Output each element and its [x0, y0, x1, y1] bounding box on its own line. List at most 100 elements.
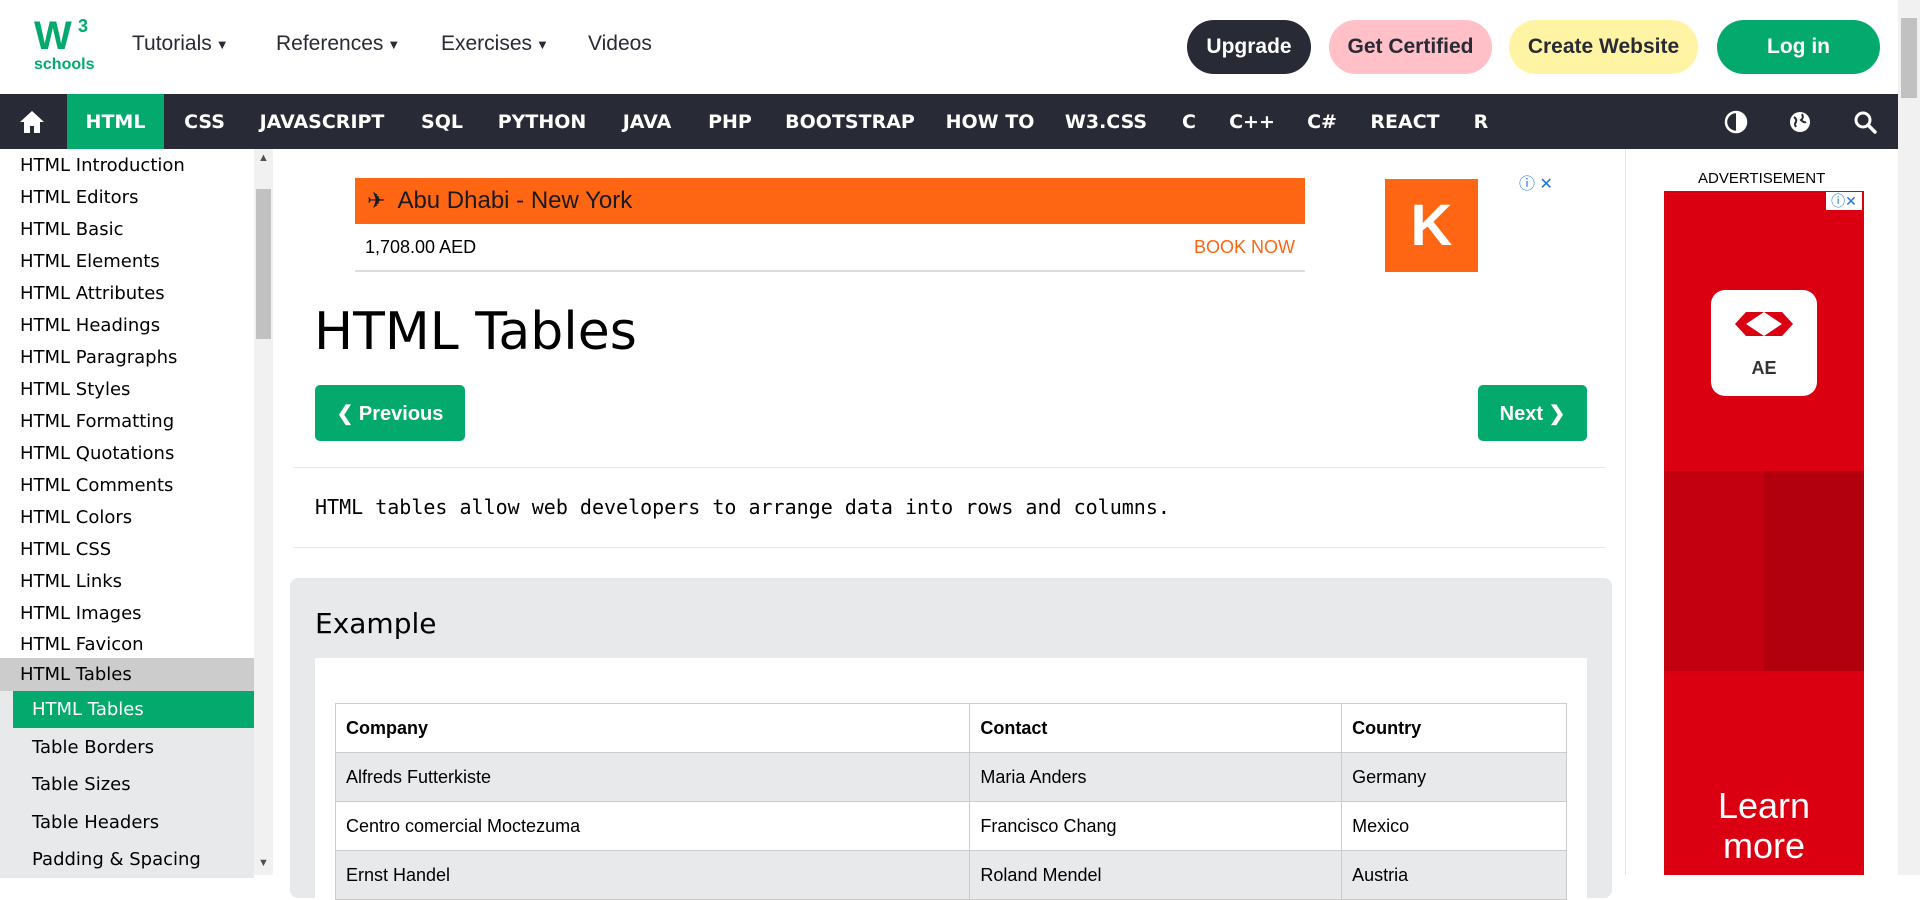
logo-mark: W: [34, 14, 72, 58]
scroll-up-icon[interactable]: ▲: [258, 152, 269, 164]
login-button[interactable]: Log in: [1717, 20, 1880, 74]
sidebar-item-favicon[interactable]: HTML Favicon: [0, 628, 254, 660]
sidebar-item-attributes[interactable]: HTML Attributes: [0, 277, 254, 309]
scroll-down-icon[interactable]: ▼: [258, 857, 269, 869]
example-title: Example: [315, 607, 437, 640]
advertisement-label: ADVERTISEMENT: [1698, 170, 1826, 187]
table-cell: Centro comercial Moctezuma: [334, 801, 971, 851]
sidebar-sub-table-sizes[interactable]: Table Sizes: [0, 766, 254, 803]
table-cell: Alfreds Futterkiste: [334, 752, 971, 802]
table-cell: Austria: [1341, 850, 1567, 900]
table-row: Alfreds Futterkiste Maria Anders Germany: [334, 752, 1567, 802]
subnav-w3css[interactable]: W3.CSS: [1060, 94, 1152, 149]
nav-references[interactable]: References ▼: [276, 32, 400, 56]
sidebar-item-introduction[interactable]: HTML Introduction: [0, 149, 254, 181]
subnav-cpp[interactable]: C++: [1224, 94, 1280, 149]
top-header: W 3 schools Tutorials ▼ References ▼ Exerc…: [0, 0, 1898, 94]
subnav-css[interactable]: CSS: [167, 94, 242, 149]
divider: [294, 467, 1606, 468]
sidebar-sub-table-borders[interactable]: Table Borders: [0, 728, 254, 766]
divider: [294, 547, 1606, 548]
sidebar-group-tables[interactable]: HTML Tables: [0, 658, 254, 691]
sidebar-item-comments[interactable]: HTML Comments: [0, 469, 254, 501]
subnav-r[interactable]: R: [1462, 94, 1500, 149]
sidebar-item-elements[interactable]: HTML Elements: [0, 245, 254, 277]
contrast-icon[interactable]: [1716, 94, 1756, 149]
subnav-java[interactable]: JAVA: [610, 94, 684, 149]
nav-exercises[interactable]: Exercises ▼: [441, 32, 549, 56]
sidebar-item-links[interactable]: HTML Links: [0, 565, 254, 597]
sidebar-item-editors[interactable]: HTML Editors: [0, 181, 254, 213]
get-certified-button[interactable]: Get Certified: [1329, 20, 1492, 74]
subnav-php[interactable]: PHP: [697, 94, 763, 149]
sidebar-sub-padding-spacing[interactable]: Padding & Spacing: [0, 841, 254, 878]
plane-icon: ✈: [367, 188, 386, 213]
table-header-contact: Contact: [969, 703, 1343, 753]
subnav-python[interactable]: PYTHON: [490, 94, 594, 149]
table-cell: Francisco Chang: [969, 801, 1343, 851]
sidebar-item-images[interactable]: HTML Images: [0, 597, 254, 629]
caret-down-icon: ▼: [215, 36, 229, 52]
search-icon[interactable]: [1845, 94, 1885, 149]
table-row: Ernst Handel Roland Mendel Austria: [334, 850, 1567, 900]
logo-subtitle: schools: [34, 56, 95, 73]
previous-button[interactable]: ❮ Previous: [315, 385, 465, 441]
ad-price-bar: 1,708.00 AED BOOK NOW: [355, 224, 1305, 272]
w3schools-logo[interactable]: W 3 schools: [34, 16, 98, 76]
table-cell: Mexico: [1341, 801, 1567, 851]
table-cell: Roland Mendel: [969, 850, 1343, 900]
sidebar-item-basic[interactable]: HTML Basic: [0, 213, 254, 245]
sidebar-item-colors[interactable]: HTML Colors: [0, 501, 254, 533]
table-cell: Germany: [1341, 752, 1567, 802]
sidebar-sub-table-headers[interactable]: Table Headers: [0, 803, 254, 841]
caret-down-icon: ▼: [387, 36, 401, 52]
subnav-sql[interactable]: SQL: [402, 94, 482, 149]
home-icon[interactable]: [0, 94, 64, 149]
example-table: Company Contact Country Alfreds Futterki…: [334, 703, 1567, 900]
sidebar-item-quotations[interactable]: HTML Quotations: [0, 437, 254, 469]
table-cell: Ernst Handel: [334, 850, 971, 900]
upgrade-button[interactable]: Upgrade: [1187, 20, 1311, 74]
ad-shape: [1664, 471, 1764, 671]
globe-icon[interactable]: [1780, 94, 1820, 149]
sidebar-item-css[interactable]: HTML CSS: [0, 533, 254, 565]
subnav-csharp[interactable]: C#: [1294, 94, 1350, 149]
next-button[interactable]: Next ❯: [1478, 385, 1587, 441]
page-scroll-thumb[interactable]: [1901, 18, 1917, 98]
bank-logo-caption: AE: [1751, 358, 1777, 378]
table-row: Centro comercial Moctezuma Francisco Cha…: [334, 801, 1567, 851]
learn-more-text[interactable]: Learn more: [1664, 786, 1864, 866]
ad-route: Abu Dhabi - New York: [397, 187, 633, 214]
ad-route-bar: ✈ Abu Dhabi - New York: [355, 178, 1305, 224]
sidebar-item-paragraphs[interactable]: HTML Paragraphs: [0, 341, 254, 373]
subnav-howto[interactable]: HOW TO: [940, 94, 1040, 149]
sidebar-item-formatting[interactable]: HTML Formatting: [0, 405, 254, 437]
nav-videos[interactable]: Videos: [588, 32, 652, 56]
bank-logo: AE: [1711, 290, 1817, 396]
create-website-button[interactable]: Create Website: [1509, 20, 1698, 74]
sidebar-item-headings[interactable]: HTML Headings: [0, 309, 254, 341]
caret-down-icon: ▼: [536, 36, 549, 52]
ad-brand-logo[interactable]: K: [1385, 179, 1478, 272]
page-scrollbar[interactable]: [1898, 0, 1920, 875]
table-header-company: Company: [334, 703, 971, 753]
sidebar-scroll-thumb[interactable]: [256, 189, 271, 339]
sidebar-item-styles[interactable]: HTML Styles: [0, 373, 254, 405]
subnav-react[interactable]: REACT: [1366, 94, 1444, 149]
ad-price: 1,708.00 AED: [365, 236, 477, 257]
subnav-javascript[interactable]: JAVASCRIPT: [252, 94, 392, 149]
subnav-bootstrap[interactable]: BOOTSTRAP: [780, 94, 920, 149]
table-header-country: Country: [1341, 703, 1567, 753]
subject-nav: HTML CSS JAVASCRIPT SQL PYTHON JAVA PHP …: [0, 94, 1898, 149]
table-cell: Maria Anders: [969, 752, 1343, 802]
subnav-c[interactable]: C: [1172, 94, 1206, 149]
ad-book-now[interactable]: BOOK NOW: [1194, 237, 1295, 258]
subnav-html[interactable]: HTML: [67, 94, 164, 149]
ad-close-icon[interactable]: ⓘ✕: [1826, 192, 1862, 210]
table-header-row: Company Contact Country: [334, 703, 1567, 753]
flight-ad-banner[interactable]: ✈ Abu Dhabi - New York 1,708.00 AED BOOK…: [355, 178, 1305, 272]
sidebar-sub-html-tables[interactable]: HTML Tables: [13, 691, 254, 728]
ad-info-close-icon[interactable]: ⓘ ✕: [1519, 170, 1553, 194]
bank-ad[interactable]: AE Learn more: [1664, 191, 1864, 875]
nav-tutorials[interactable]: Tutorials ▼: [132, 32, 229, 56]
